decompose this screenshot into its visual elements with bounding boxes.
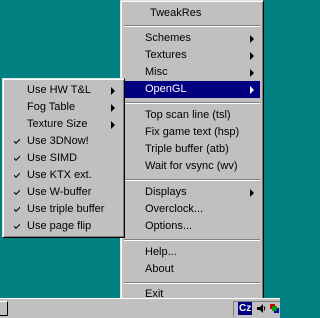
menu-item-label: Wait for vsync (wv)	[145, 160, 238, 172]
menu-item-label: Use SIMD	[27, 152, 78, 164]
menu-item-label: Texture Size	[27, 118, 88, 130]
volume-icon[interactable]	[256, 303, 267, 314]
checkmark-icon	[14, 155, 20, 161]
submenu-arrow-icon	[250, 52, 254, 60]
menu-item-label: Use KTX ext.	[27, 169, 92, 181]
taskbar: Cz	[0, 298, 280, 318]
checkmark-icon	[14, 223, 20, 229]
tweakres-tray-icon[interactable]	[269, 303, 280, 314]
menu-item-label: Help...	[145, 246, 177, 258]
submenu-item-use-triple-buffer[interactable]: Use triple buffer	[6, 201, 121, 218]
menu-item-label: Fix game text (hsp)	[145, 126, 240, 138]
menu-item-schemes[interactable]: Schemes	[124, 30, 260, 47]
separator	[124, 102, 260, 104]
submenu-arrow-icon	[250, 86, 254, 94]
opengl-submenu: Use HW T&L Fog Table Texture Size Use 3D…	[2, 78, 125, 238]
checkmark-icon	[14, 189, 20, 195]
menu-item-label: Overclock...	[145, 203, 204, 215]
submenu-arrow-icon	[111, 87, 115, 95]
menu-item-textures[interactable]: Textures	[124, 47, 260, 64]
menu-item-label: Triple buffer (atb)	[145, 143, 229, 155]
checkmark-icon	[14, 206, 20, 212]
separator	[124, 239, 260, 241]
menu-item-about[interactable]: About	[124, 261, 260, 278]
menu-item-displays[interactable]: Displays	[124, 184, 260, 201]
menu-item-label: Use 3DNow!	[27, 135, 89, 147]
menu-item-overclock[interactable]: Overclock...	[124, 201, 260, 218]
language-indicator[interactable]: Cz	[238, 302, 253, 315]
submenu-arrow-icon	[111, 121, 115, 129]
system-tray: Cz	[233, 301, 280, 317]
menu-item-label: Displays	[145, 186, 187, 198]
menu-item-opengl[interactable]: OpenGL	[124, 81, 260, 98]
submenu-item-texture-size[interactable]: Texture Size	[6, 116, 121, 133]
submenu-arrow-icon	[250, 189, 254, 197]
submenu-item-use-3dnow[interactable]: Use 3DNow!	[6, 133, 121, 150]
menu-item-label: Use W-buffer	[27, 186, 92, 198]
submenu-arrow-icon	[250, 35, 254, 43]
menu-item-label: OpenGL	[145, 83, 187, 95]
menu-item-options[interactable]: Options...	[124, 218, 260, 235]
menu-item-misc[interactable]: Misc	[124, 64, 260, 81]
submenu-arrow-icon	[111, 104, 115, 112]
submenu-item-use-ktx-ext[interactable]: Use KTX ext.	[6, 167, 121, 184]
separator	[124, 282, 260, 284]
menu-item-label: Textures	[145, 49, 187, 61]
menu-item-fix-game-text[interactable]: Fix game text (hsp)	[124, 124, 260, 141]
separator	[124, 179, 260, 181]
submenu-item-use-w-buffer[interactable]: Use W-buffer	[6, 184, 121, 201]
menu-item-label: Top scan line (tsl)	[145, 109, 231, 121]
tweakres-menu: TweakRes Schemes Textures Misc OpenGL To…	[120, 0, 264, 306]
menu-item-wait-for-vsync[interactable]: Wait for vsync (wv)	[124, 158, 260, 175]
menu-item-label: Use HW T&L	[27, 84, 91, 96]
menu-item-label: Use triple buffer	[27, 203, 105, 215]
menu-item-label: Misc	[145, 66, 168, 78]
submenu-item-use-simd[interactable]: Use SIMD	[6, 150, 121, 167]
menu-item-help[interactable]: Help...	[124, 244, 260, 261]
checkmark-icon	[14, 138, 20, 144]
menu-title: TweakRes	[150, 7, 202, 19]
menu-item-label: Fog Table	[27, 101, 76, 113]
submenu-item-use-hw-tl[interactable]: Use HW T&L	[6, 82, 121, 99]
separator	[124, 25, 260, 27]
checkmark-icon	[14, 172, 20, 178]
menu-item-label: Use page flip	[27, 220, 92, 232]
menu-item-label: About	[145, 263, 174, 275]
menu-item-label: Schemes	[145, 32, 191, 44]
submenu-item-use-page-flip[interactable]: Use page flip	[6, 218, 121, 235]
menu-item-label: Options...	[145, 220, 193, 232]
submenu-item-fog-table[interactable]: Fog Table	[6, 99, 121, 116]
menu-item-top-scan-line[interactable]: Top scan line (tsl)	[124, 107, 260, 124]
taskbar-button[interactable]	[0, 301, 8, 316]
submenu-arrow-icon	[250, 69, 254, 77]
menu-item-triple-buffer[interactable]: Triple buffer (atb)	[124, 141, 260, 158]
